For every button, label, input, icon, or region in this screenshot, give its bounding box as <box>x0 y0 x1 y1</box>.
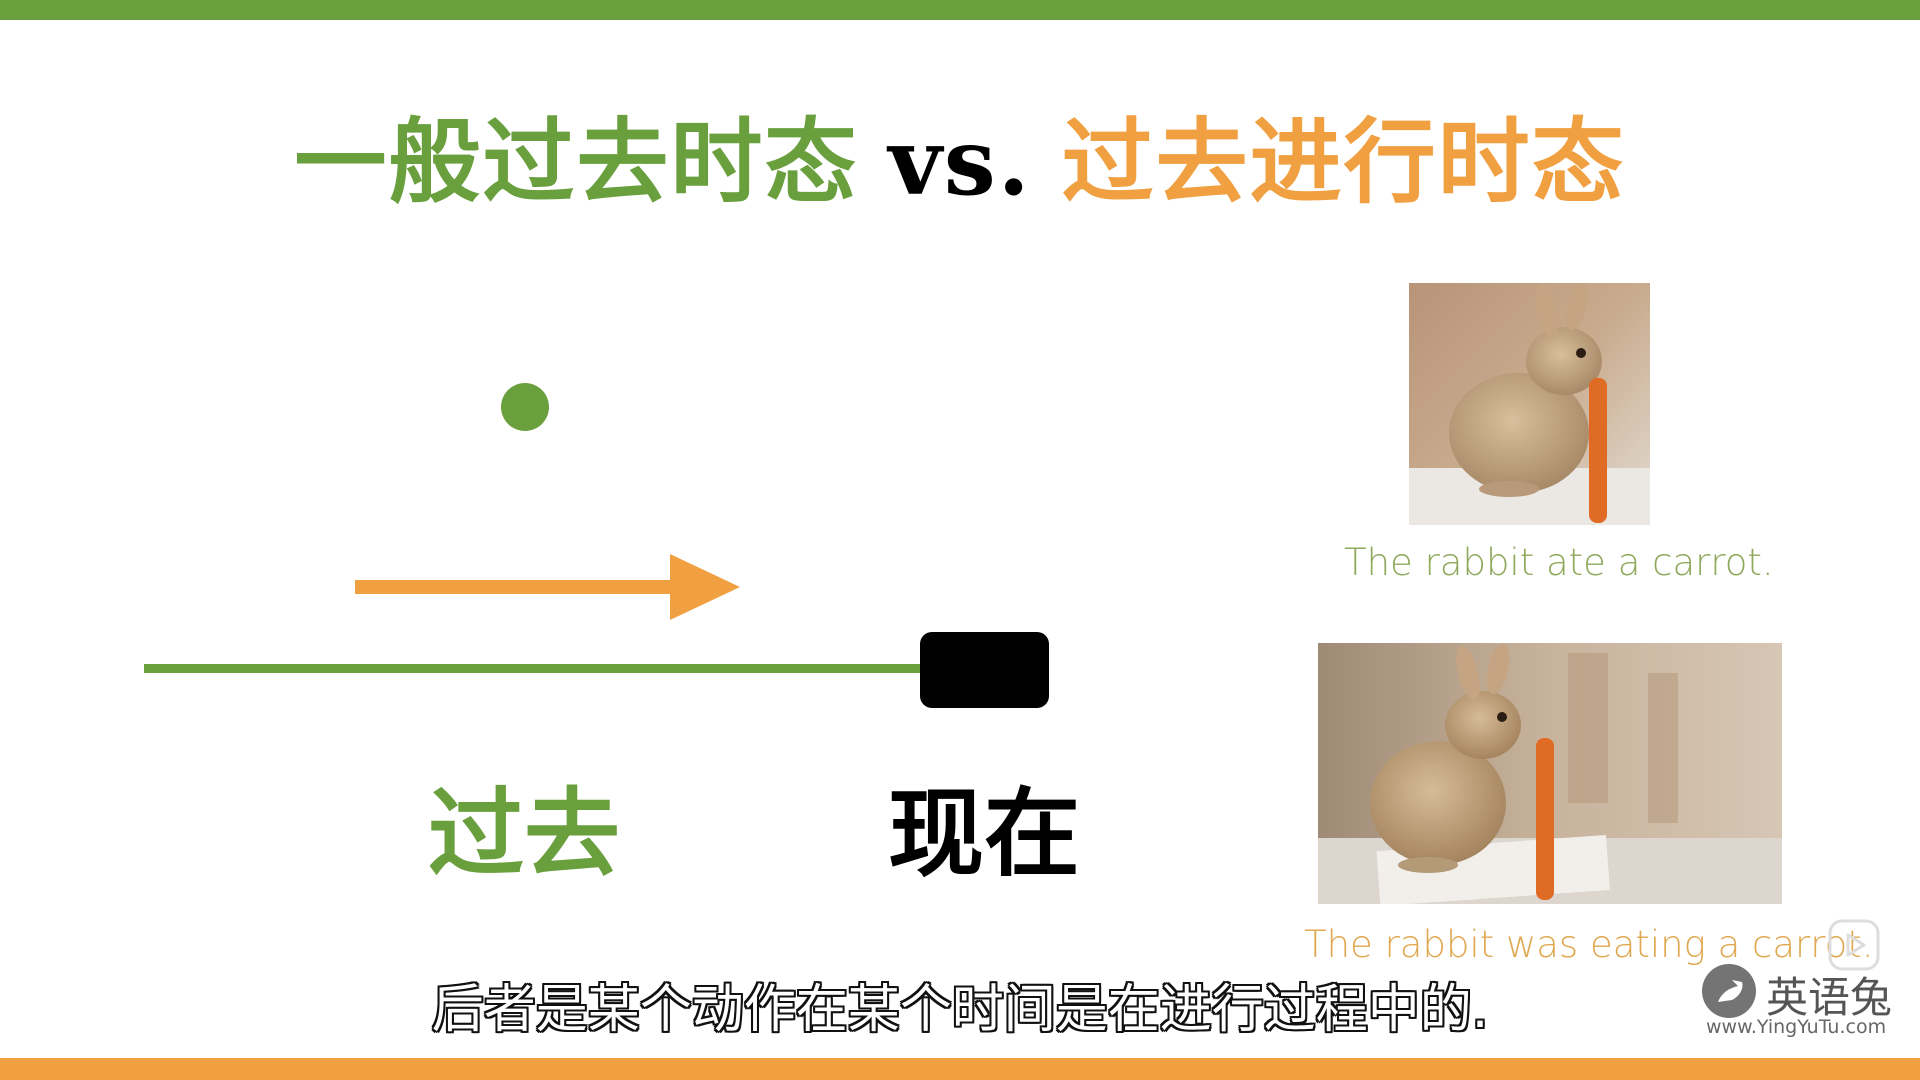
duration-arrow-icon <box>355 554 740 620</box>
rabbit-logo-icon <box>1702 964 1756 1018</box>
now-marker <box>920 632 1049 708</box>
title-vs: vs. <box>888 108 1032 216</box>
slide-title: 一般过去时态 vs. 过去进行时态 <box>0 88 1920 221</box>
slide-frame: 一般过去时态 vs. 过去进行时态 过去 现在 The rabbit ate a… <box>0 0 1920 1080</box>
top-accent-bar <box>0 0 1920 20</box>
watermark-url: www.YingYuTu.com <box>1706 1016 1887 1038</box>
timeline-label-past: 过去 <box>428 777 620 890</box>
video-subtitle: 后者是某个动作在某个时间是在进行过程中的. <box>431 980 1489 1040</box>
title-simple-past: 一般过去时态 <box>294 108 859 216</box>
past-point-dot <box>501 383 549 431</box>
caption-simple-past: The rabbit ate a carrot. <box>1344 541 1774 584</box>
timeline-label-now: 现在 <box>888 777 1080 890</box>
watermark: 英语兔 www.YingYuTu.com <box>1700 960 1900 1040</box>
title-past-continuous: 过去进行时态 <box>1061 108 1626 216</box>
bottom-accent-bar <box>0 1058 1920 1080</box>
rabbit-photo-2 <box>1318 643 1782 904</box>
timeline-line <box>144 664 934 673</box>
rabbit-photo-1 <box>1409 283 1650 525</box>
